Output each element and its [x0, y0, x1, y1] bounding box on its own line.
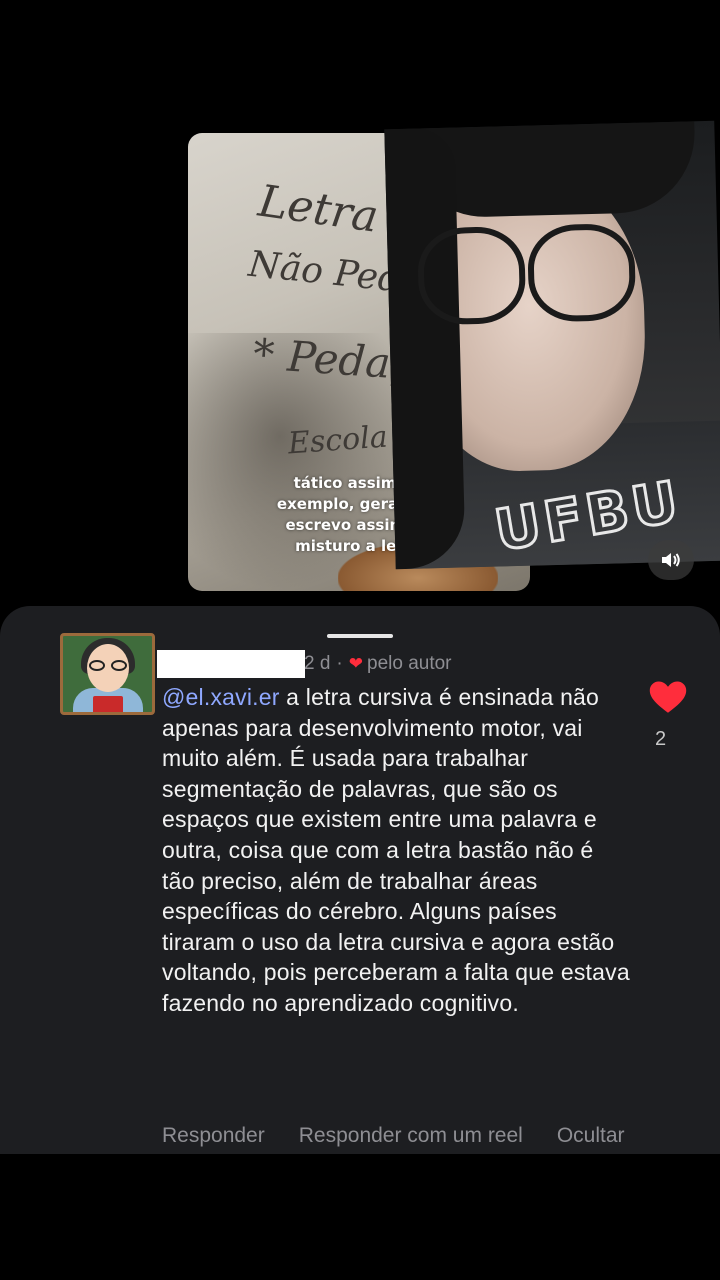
comment-meta: 2 d · ❤ pelo autor [304, 650, 452, 678]
avatar[interactable] [60, 633, 155, 715]
like-count: 2 [655, 728, 667, 750]
glasses [416, 222, 637, 326]
overlay-person-video: UFBU [384, 120, 720, 570]
reply-with-reel-button[interactable]: Responder com um reel [299, 1124, 523, 1148]
sound-toggle-button[interactable] [648, 540, 694, 580]
liked-by-author-heart-icon: ❤ [348, 654, 363, 673]
mention-link[interactable]: @el.xavi.er [162, 684, 280, 710]
hair [384, 127, 466, 570]
comment-text: a letra cursiva é ensinada não apenas pa… [162, 684, 630, 1016]
sound-on-icon [662, 553, 680, 567]
meta-separator: · [336, 653, 343, 674]
comments-sheet: 2 d · ❤ pelo autor @el.xavi.er a letra c… [0, 606, 720, 1154]
drag-handle[interactable] [327, 634, 393, 638]
username-redacted[interactable] [157, 650, 305, 678]
comment-body: @el.xavi.er a letra cursiva é ensinada n… [162, 682, 632, 1019]
avatar-book [93, 696, 123, 712]
reply-button[interactable]: Responder [162, 1124, 265, 1148]
whiteboard-line-4: Escola [286, 419, 389, 462]
comment-actions: Responder Responder com um reel Ocultar [162, 1124, 625, 1148]
heart-icon[interactable] [648, 680, 688, 714]
comment-time: 2 d [304, 653, 331, 674]
avatar-glasses [89, 660, 129, 672]
hide-button[interactable]: Ocultar [557, 1124, 625, 1148]
liked-by-author-label: pelo autor [367, 653, 452, 674]
